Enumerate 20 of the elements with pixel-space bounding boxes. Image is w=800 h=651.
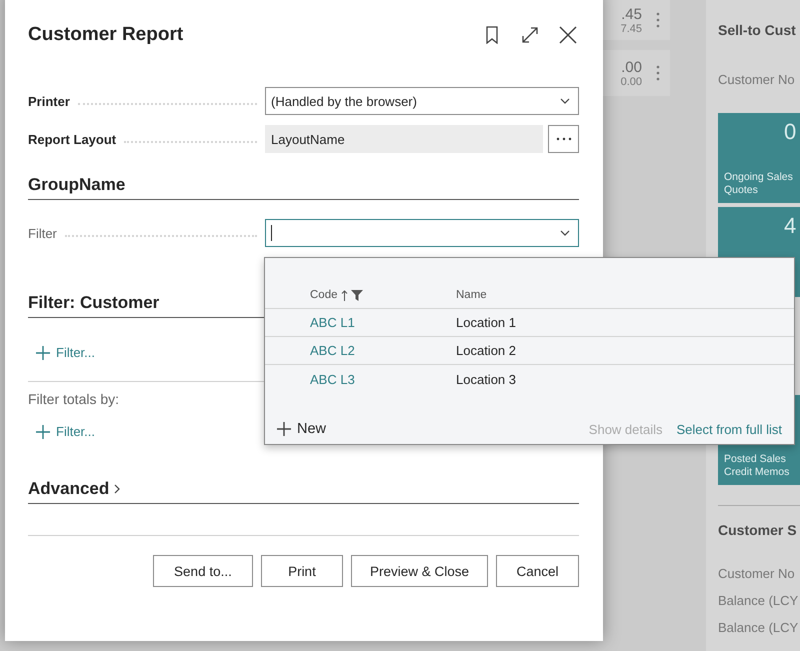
- filter-totals-label: Filter totals by:: [28, 391, 120, 407]
- dialog-title: Customer Report: [28, 24, 184, 46]
- field-label: Customer No: [718, 72, 795, 87]
- table-cell: Location 2: [456, 343, 516, 358]
- field-label: Balance (LCY: [718, 620, 798, 635]
- amount-text: .45: [621, 6, 642, 22]
- field-label: Report Layout: [28, 132, 116, 146]
- amount-text: 0.00: [620, 76, 642, 88]
- section-title: Filter: Customer: [28, 293, 160, 313]
- table-cell: Location 1: [456, 315, 516, 330]
- field-label: Balance (LCY: [718, 593, 798, 608]
- amount-text: 7.45: [620, 22, 642, 34]
- panel-title: Customer S: [718, 522, 797, 538]
- amount-text: .00: [621, 58, 642, 76]
- field-label: Customer No: [718, 566, 795, 581]
- section-title: GroupName: [28, 175, 126, 195]
- field-label: Filter: [28, 226, 57, 240]
- table-cell: Location 3: [456, 372, 516, 386]
- field-label: Printer: [28, 94, 70, 108]
- panel-title: Sell-to Cust: [718, 22, 796, 38]
